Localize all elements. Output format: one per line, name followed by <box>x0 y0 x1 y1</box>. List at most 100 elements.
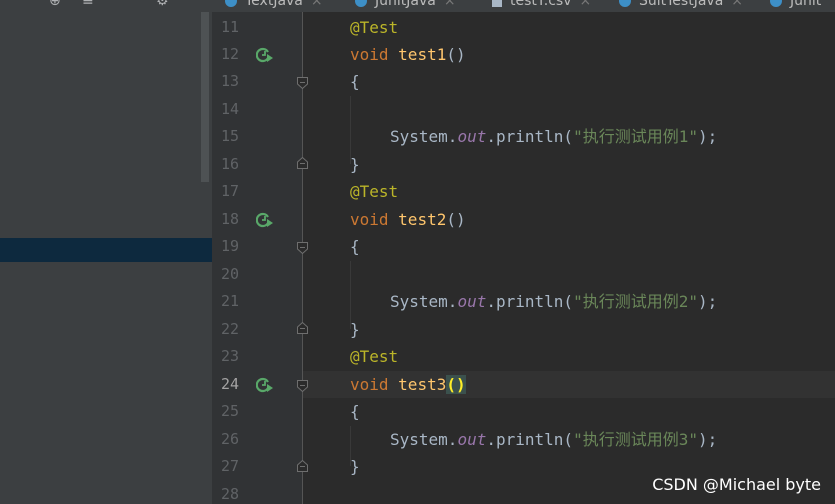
close-icon[interactable]: × <box>580 0 592 9</box>
fold-close-icon[interactable] <box>297 460 308 472</box>
code-line[interactable]: { <box>350 233 360 260</box>
brace: { <box>350 237 360 256</box>
tab-label: testT.csv <box>510 0 572 9</box>
line-number: 24 <box>220 375 239 393</box>
keyword: void <box>350 210 389 229</box>
line-number: 19 <box>220 237 239 255</box>
code-line[interactable]: } <box>350 151 360 178</box>
paren-semi: ); <box>697 127 718 146</box>
line-number: 23 <box>220 347 239 365</box>
line-number: 13 <box>220 72 239 90</box>
parens: () <box>446 210 466 229</box>
ide-window: { "tabs": [ {"label": "TextJava", "icon"… <box>0 0 835 504</box>
line-number: 26 <box>220 430 239 448</box>
tab-textjava[interactable]: TextJava × <box>225 0 323 12</box>
matched-parens: () <box>446 375 466 394</box>
tab-label: JunitJava <box>375 0 436 9</box>
project-scrollbar[interactable] <box>201 12 209 182</box>
method-call: println <box>495 292 564 311</box>
static-field: out <box>457 292 487 311</box>
string-literal: "执行测试用例1" <box>573 127 698 146</box>
code-line[interactable]: @Test <box>350 178 398 205</box>
line-number: 16 <box>220 155 239 173</box>
fold-open-icon[interactable] <box>297 242 308 254</box>
code-line[interactable]: System.out.println("执行测试用例2"); <box>390 288 717 315</box>
paren: ( <box>563 127 574 146</box>
code-line[interactable]: @Test <box>350 14 398 41</box>
collapse-icon[interactable]: ≡ <box>82 0 96 8</box>
tab-testcsv[interactable]: testT.csv × <box>492 0 591 12</box>
project-tree-selected-row[interactable] <box>0 238 212 262</box>
editor-tab-bar: ⊕ ≡ ⌃ ⚙ TextJava × JunitJava × testT.csv × … <box>0 0 835 12</box>
tab-suittestjava[interactable]: SuitTestJava × <box>619 0 743 12</box>
keyword: void <box>350 375 389 394</box>
line-number: 21 <box>220 292 239 310</box>
class-name: System <box>390 430 448 449</box>
tab-label: TextJava <box>245 0 303 9</box>
project-panel <box>0 12 212 504</box>
close-icon[interactable]: × <box>731 0 743 9</box>
class-name: System <box>390 127 448 146</box>
code-line[interactable]: System.out.println("执行测试用例1"); <box>390 123 717 150</box>
line-number: 20 <box>220 265 239 283</box>
method-call: println <box>495 127 564 146</box>
line-number: 14 <box>220 100 239 118</box>
fold-open-icon[interactable] <box>297 380 308 392</box>
paren: ( <box>563 430 574 449</box>
fold-close-icon[interactable] <box>297 157 308 169</box>
code-line[interactable]: } <box>350 453 360 480</box>
line-number: 27 <box>220 457 239 475</box>
line-number: 22 <box>220 320 239 338</box>
close-icon[interactable]: × <box>444 0 456 9</box>
tab-label: Junit <box>790 0 822 9</box>
code-line[interactable]: void test2() <box>350 206 466 233</box>
code-line[interactable]: } <box>350 316 360 343</box>
dot: . <box>447 127 458 146</box>
method-name: test1 <box>398 45 447 64</box>
class-icon <box>355 0 367 7</box>
tab-label: SuitTestJava <box>639 0 724 9</box>
class-icon <box>619 0 631 7</box>
file-icon <box>492 0 502 7</box>
keyword: void <box>350 45 389 64</box>
fold-close-icon[interactable] <box>297 322 308 334</box>
static-field: out <box>457 430 487 449</box>
code-line[interactable]: void test3() <box>350 371 466 398</box>
code-line[interactable]: @Test <box>350 343 398 370</box>
code-line[interactable]: System.out.println("执行测试用例3"); <box>390 426 717 453</box>
method-name: test2 <box>398 210 447 229</box>
static-field: out <box>457 127 487 146</box>
brace: } <box>350 155 360 174</box>
code-line[interactable]: void test1() <box>350 41 466 68</box>
annotation: @Test <box>350 347 399 366</box>
string-literal: "执行测试用例2" <box>573 292 698 311</box>
annotation: @Test <box>350 182 399 201</box>
brace: { <box>350 72 360 91</box>
dot: . <box>486 292 496 311</box>
run-test-icon[interactable] <box>256 46 274 64</box>
parens: () <box>446 45 466 64</box>
watermark: CSDN @Michael byte <box>652 475 821 494</box>
method-name: test3 <box>398 375 447 394</box>
dot: . <box>447 430 458 449</box>
fold-open-icon[interactable] <box>297 77 308 89</box>
code-line[interactable]: { <box>350 398 360 425</box>
dot: . <box>486 430 496 449</box>
line-number: 18 <box>220 210 239 228</box>
expand-icon[interactable]: ⌃ <box>116 0 130 8</box>
close-icon[interactable]: × <box>311 0 323 9</box>
class-icon <box>225 0 237 7</box>
globe-icon[interactable]: ⊕ <box>49 0 63 8</box>
tab-junit[interactable]: Junit <box>770 0 821 12</box>
brace: { <box>350 402 360 421</box>
run-test-icon[interactable] <box>256 211 274 229</box>
code-line[interactable]: { <box>350 68 360 95</box>
tab-junitjava[interactable]: JunitJava × <box>355 0 456 12</box>
method-call: println <box>495 430 564 449</box>
dot: . <box>447 292 458 311</box>
run-test-icon[interactable] <box>256 376 274 394</box>
settings-icon[interactable]: ⚙ <box>156 0 170 8</box>
line-number: 12 <box>220 45 239 63</box>
paren-semi: ); <box>697 430 718 449</box>
line-number: 15 <box>220 127 239 145</box>
